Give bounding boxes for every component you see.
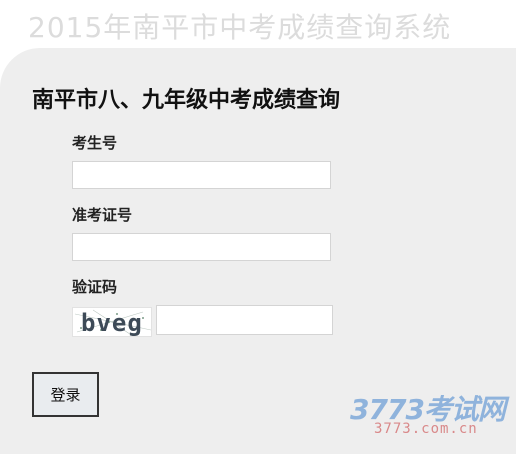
page-header-title: 2015年南平市中考成绩查询系统 [28,11,452,44]
login-button[interactable]: 登录 [32,372,99,417]
captcha-label: 验证码 [72,278,118,296]
captcha-image[interactable]: bveg [72,307,152,337]
student-id-input[interactable] [72,161,331,189]
admission-no-label: 准考证号 [72,206,133,224]
captcha-code-text: bveg [81,309,143,337]
watermark-url: 3773.com.cn [374,421,478,437]
admission-no-input[interactable] [72,233,331,261]
student-id-label: 考生号 [72,134,118,152]
site-watermark: 3773考试网 3773.com.cn [350,388,506,438]
captcha-input[interactable] [156,305,333,335]
form-title: 南平市八、九年级中考成绩查询 [32,88,341,113]
